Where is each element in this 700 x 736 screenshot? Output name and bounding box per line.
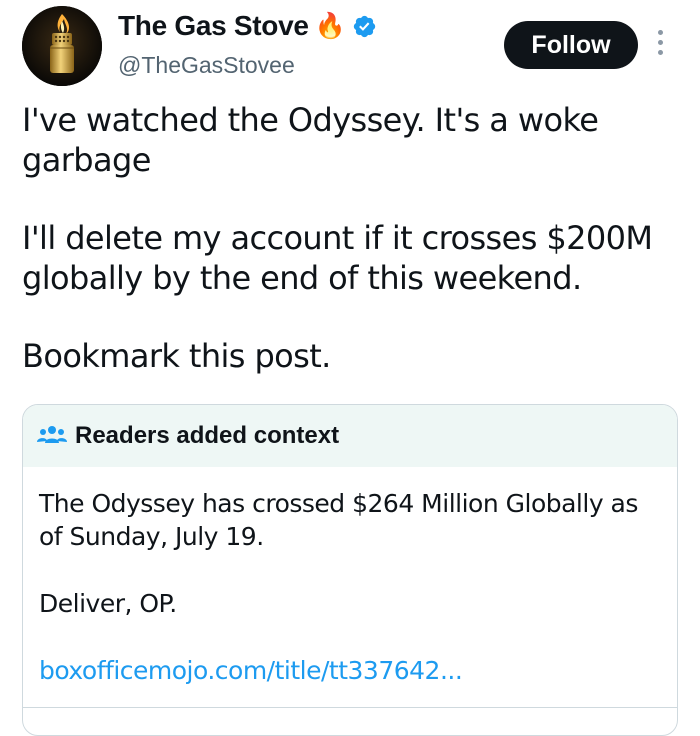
- tweet-paragraph: I'll delete my account if it crosses $20…: [22, 219, 653, 297]
- lighter-avatar-image: [22, 6, 102, 86]
- author-name-row: The Gas Stove 🔥: [118, 10, 377, 42]
- divider: [22, 707, 677, 708]
- author-display-name[interactable]: The Gas Stove: [118, 10, 309, 42]
- community-note-header: Readers added context: [23, 405, 677, 467]
- verified-badge-icon[interactable]: [352, 14, 377, 39]
- community-note-reply: Deliver, OP.: [39, 589, 177, 618]
- follow-button[interactable]: Follow: [504, 21, 638, 69]
- community-note-link[interactable]: boxofficemojo.com/title/tt337642...: [39, 656, 463, 685]
- fire-emoji: 🔥: [314, 11, 346, 40]
- avatar[interactable]: [22, 6, 102, 86]
- community-note: Readers added context The Odyssey has cr…: [22, 404, 678, 736]
- community-note-title: Readers added context: [75, 422, 340, 449]
- author-handle[interactable]: @TheGasStovee: [118, 52, 295, 79]
- tweet-text: I've watched the Odyssey. It's a woke ga…: [22, 100, 677, 376]
- more-options-icon[interactable]: [652, 30, 668, 60]
- people-icon: [37, 426, 67, 443]
- tweet-paragraph: Bookmark this post.: [22, 337, 331, 375]
- tweet-paragraph: I've watched the Odyssey. It's a woke ga…: [22, 101, 599, 179]
- community-note-body: The Odyssey has crossed $264 Million Glo…: [23, 467, 677, 687]
- community-note-text: The Odyssey has crossed $264 Million Glo…: [39, 489, 638, 551]
